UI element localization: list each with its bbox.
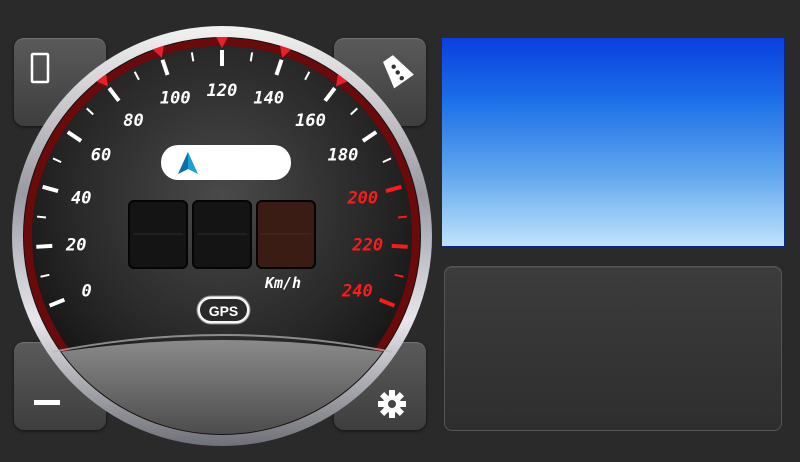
info-panel xyxy=(444,266,782,431)
tick-label: 80 xyxy=(123,111,143,131)
speed-unit-label: Km/h xyxy=(264,274,301,292)
camera-preview-panel xyxy=(441,37,785,247)
tick-label: 240 xyxy=(341,282,373,302)
tick-label: 180 xyxy=(328,145,359,165)
tick-label: 120 xyxy=(207,81,238,101)
tick-label: 40 xyxy=(71,188,91,208)
tick-label: 60 xyxy=(91,145,111,165)
tick-label: 160 xyxy=(295,111,326,131)
tick-label: 100 xyxy=(160,89,191,109)
speed-digits xyxy=(128,200,316,269)
gps-label: GPS xyxy=(209,303,239,319)
tick-label: 20 xyxy=(65,235,86,255)
tick-label: 0 xyxy=(82,282,92,302)
tick-label: 200 xyxy=(346,188,378,208)
minor-tick xyxy=(397,215,408,219)
location-box xyxy=(161,145,291,180)
major-tick xyxy=(391,243,408,249)
minor-tick xyxy=(36,215,47,219)
gps-badge: GPS xyxy=(196,295,251,325)
tick-label: 220 xyxy=(351,235,383,255)
speedometer-gauge: 0 20 40 60 80 100 120 140 160180 200 220 240 Km/h G… xyxy=(12,26,432,446)
major-tick xyxy=(36,243,53,249)
tick-label: 140 xyxy=(253,89,284,109)
